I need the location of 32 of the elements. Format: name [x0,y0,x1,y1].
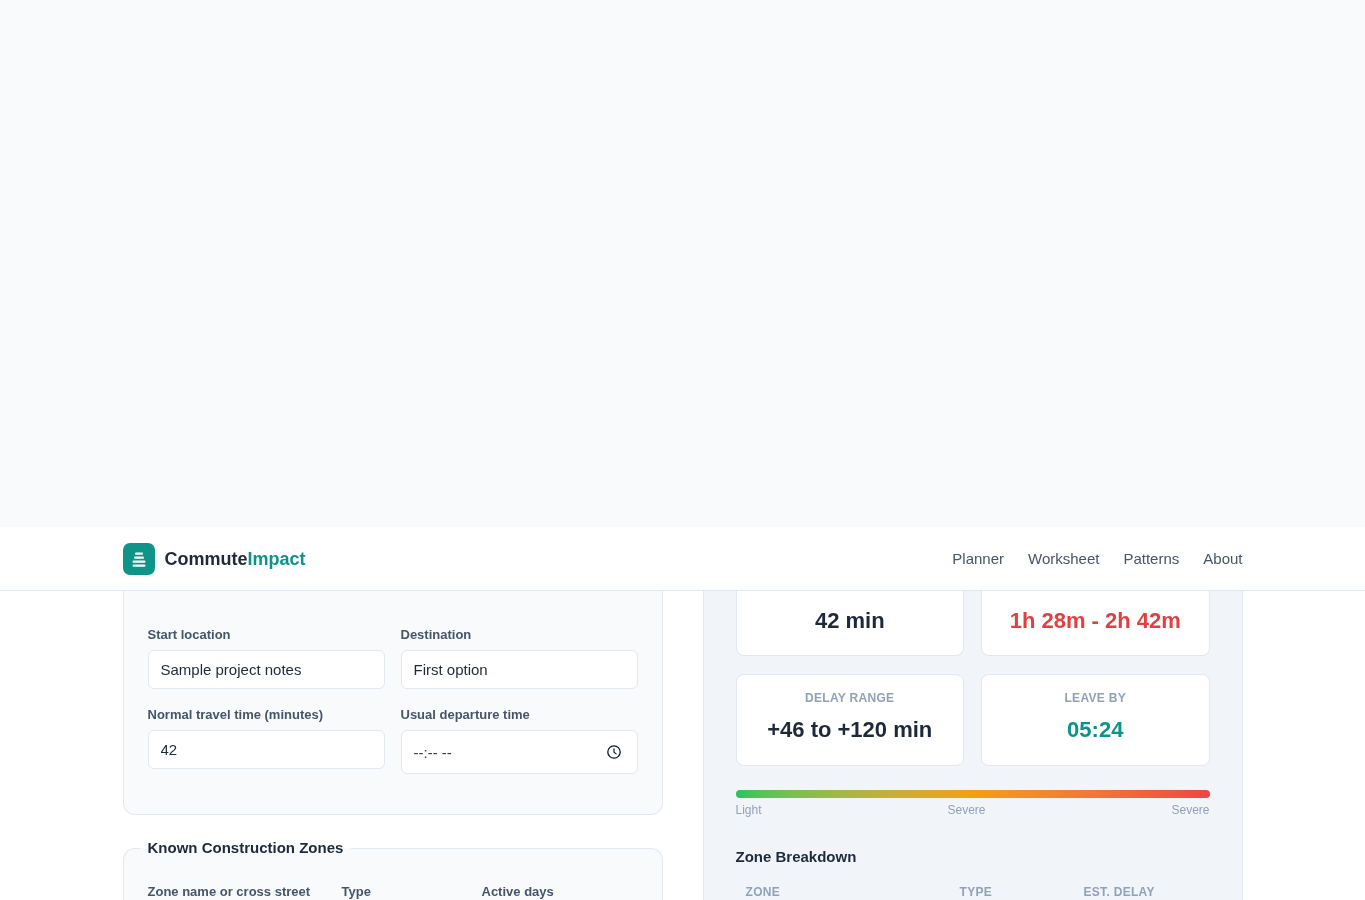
metric-value: 1h 28m - 2h 42m [1009,607,1181,635]
scale-label: Light [735,802,762,818]
section-title: Zone Breakdown [735,847,858,867]
scale-label: Severe [1171,802,1210,818]
clock-icon[interactable] [606,745,621,759]
metric-value: +46 to +120 min [767,716,933,744]
section-title: Known Construction Zones [146,839,345,858]
scale-label: Severe [947,802,986,818]
brand-name: CommuteImpact [164,547,306,571]
field-label: Active days [481,884,555,899]
nav-link[interactable]: Patterns [1123,548,1180,569]
text-field[interactable]: 42 [147,730,385,769]
field-label: Start location [147,626,232,644]
nav-link[interactable]: Planner [952,548,1004,569]
text-field[interactable]: First option [400,650,638,689]
metric-value: 05:24 [1067,716,1124,744]
field-label: Usual departure time [400,706,531,724]
column-header: TYPE [959,885,993,899]
nav-link[interactable]: Worksheet [1028,548,1100,569]
column-header: EST. DELAY [1083,885,1155,899]
field-label: Zone name or cross street [147,884,312,899]
logo-icon [122,542,155,575]
metric-label: DELAY RANGE [805,690,895,706]
field-label: Destination [400,626,473,644]
field-label: Normal travel time (minutes) [147,706,325,724]
field-label: Type [341,884,372,899]
metric-label: LEAVE BY [1064,690,1126,706]
column-header: ZONE [745,885,781,899]
time-field[interactable]: --:-- -- [400,730,638,774]
metric-value: 42 min [814,607,885,635]
nav-link[interactable]: About [1203,548,1243,569]
text-field[interactable]: Sample project notes [147,650,385,689]
